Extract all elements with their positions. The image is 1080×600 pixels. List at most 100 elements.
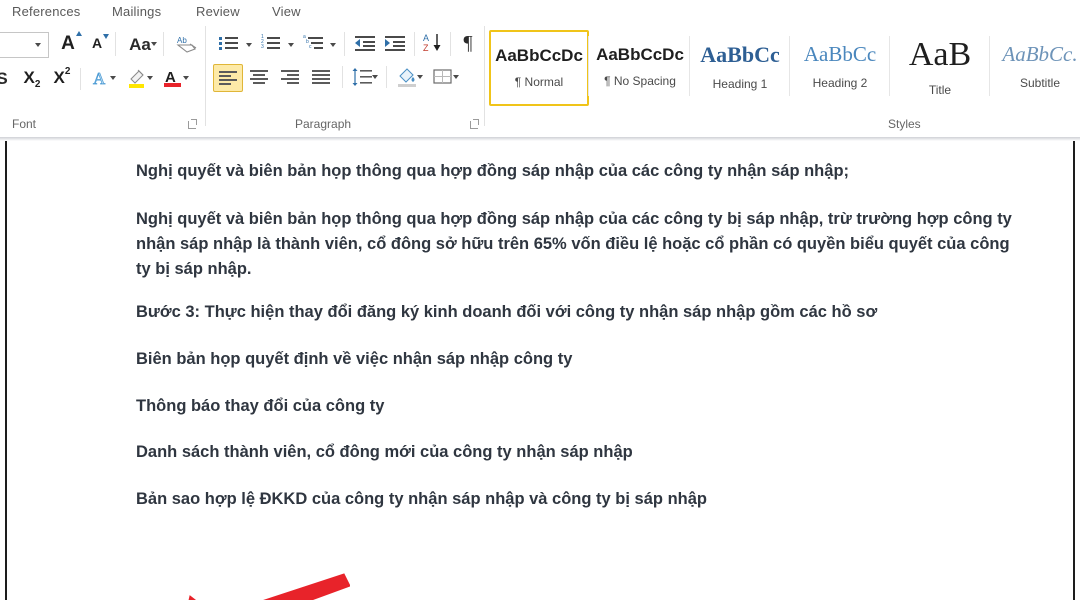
style-item-heading-1[interactable]: AaBbCc Heading 1: [691, 30, 789, 104]
divider: [342, 66, 343, 88]
style-label: Heading 2: [813, 76, 868, 90]
text-effects-icon: A: [91, 68, 111, 88]
show-formatting-marks-button[interactable]: ¶: [456, 30, 480, 56]
document-paragraph: Nghị quyết và biên bản họp thông qua hợp…: [136, 207, 1016, 282]
divider: [115, 32, 116, 56]
word-window: References Mailings Review View 11 A A: [0, 0, 1080, 600]
divider: [450, 32, 451, 56]
divider: [414, 32, 415, 56]
superscript-button[interactable]: X2: [48, 66, 76, 90]
text-effects-button[interactable]: A: [86, 66, 116, 90]
chevron-down-icon: [35, 43, 41, 47]
chevron-down-icon: [183, 76, 189, 80]
align-right-button[interactable]: [276, 64, 304, 90]
text-highlight-color-button[interactable]: [122, 66, 152, 90]
divider: [344, 32, 345, 56]
font-color-icon: A: [162, 67, 184, 89]
shrink-font-button[interactable]: A: [84, 32, 110, 56]
style-sample: AaBbCcDc: [495, 47, 583, 64]
divider: [789, 36, 790, 96]
chevron-down-icon: [151, 42, 157, 46]
ribbon: References Mailings Review View 11 A A: [0, 0, 1080, 137]
tab-view[interactable]: View: [268, 2, 305, 21]
align-left-icon: [219, 71, 237, 85]
sort-button[interactable]: A Z: [420, 30, 446, 56]
subscript-button[interactable]: X2: [18, 66, 46, 90]
ribbon-body: 11 A A Aa: [0, 24, 1080, 136]
numbering-button[interactable]: 1 2 3: [258, 32, 284, 54]
strikethrough-button[interactable]: S: [0, 66, 14, 90]
line-spacing-button[interactable]: [348, 64, 376, 90]
font-size-combo[interactable]: 11: [0, 32, 49, 58]
font-dialog-launcher[interactable]: [188, 119, 198, 129]
pointer-arrow: [170, 572, 350, 600]
svg-text:Z: Z: [423, 43, 429, 53]
svg-text:Ab: Ab: [177, 36, 187, 45]
borders-icon: [432, 67, 454, 87]
paragraph-dialog-launcher[interactable]: [470, 119, 480, 129]
clear-formatting-icon: Ab: [174, 32, 198, 56]
decrease-indent-button[interactable]: [352, 32, 378, 54]
styles-gallery: AaBbCcDc ¶ Normal AaBbCcDc ¶ No Spacing …: [487, 26, 1080, 126]
document-paragraph: Bước 3: Thực hiện thay đổi đăng ký kinh …: [136, 300, 1016, 325]
justify-icon: [312, 70, 330, 84]
style-item-heading-2[interactable]: AaBbCc Heading 2: [791, 30, 889, 104]
svg-text:A: A: [423, 33, 429, 43]
document-paragraph: Biên bản họp quyết định về việc nhận sáp…: [136, 347, 572, 372]
divider: [163, 32, 164, 56]
group-divider: [484, 26, 485, 126]
style-sample: AaBbCcDc: [596, 46, 684, 63]
multilevel-list-icon: a b c: [303, 36, 323, 51]
chevron-down-icon[interactable]: [288, 43, 294, 47]
document-canvas[interactable]: Nghị quyết và biên bản họp thông qua hợp…: [0, 137, 1080, 600]
style-label: ¶ No Spacing: [604, 74, 676, 88]
chevron-down-icon: [110, 76, 116, 80]
chevron-down-icon: [417, 75, 423, 79]
divider: [588, 36, 589, 96]
tab-mailings[interactable]: Mailings: [108, 2, 165, 21]
align-center-button[interactable]: [245, 64, 273, 90]
borders-button[interactable]: [428, 64, 458, 90]
style-item-no-spacing[interactable]: AaBbCcDc ¶ No Spacing: [591, 30, 689, 104]
svg-text:A: A: [93, 69, 106, 88]
style-item-normal[interactable]: AaBbCcDc ¶ Normal: [489, 30, 589, 106]
document-paragraph: Bản sao hợp lệ ĐKKD của công ty nhận sáp…: [136, 487, 707, 512]
chevron-down-icon[interactable]: [246, 43, 252, 47]
page-edge-left: [5, 141, 7, 600]
align-left-button[interactable]: [213, 64, 243, 92]
chevron-down-icon: [147, 76, 153, 80]
change-case-button[interactable]: Aa: [122, 32, 158, 56]
clear-formatting-button[interactable]: Ab: [172, 30, 200, 58]
style-sample: AaB: [909, 38, 971, 72]
bullets-button[interactable]: [216, 32, 242, 54]
tab-review[interactable]: Review: [192, 2, 244, 21]
highlighter-icon: [126, 67, 148, 89]
divider: [386, 66, 387, 88]
justify-button[interactable]: [307, 64, 335, 90]
multilevel-list-button[interactable]: a b c: [300, 32, 326, 54]
style-label: Heading 1: [713, 77, 768, 91]
chevron-down-icon: [453, 75, 459, 79]
tab-references[interactable]: References: [8, 2, 84, 21]
numbering-icon: 1 2 3: [261, 36, 281, 51]
chevron-down-icon: [372, 75, 378, 79]
chevron-down-icon[interactable]: [330, 43, 336, 47]
style-label: Subtitle: [1020, 76, 1060, 90]
shading-button[interactable]: [392, 64, 422, 90]
increase-indent-icon: [385, 36, 405, 51]
document-paragraph: Nghị quyết và biên bản họp thông qua hợp…: [136, 159, 1016, 184]
divider: [80, 68, 81, 90]
document-paragraph: Danh sách thành viên, cổ đông mới của cô…: [136, 440, 633, 465]
increase-indent-button[interactable]: [382, 32, 408, 54]
style-sample: AaBbCc.: [1002, 44, 1077, 65]
paint-bucket-icon: [396, 66, 418, 88]
font-color-button[interactable]: A: [158, 66, 188, 90]
ribbon-tab-bar: References Mailings Review View: [0, 0, 1080, 25]
page-edge-right: [1073, 141, 1075, 600]
style-item-subtitle[interactable]: AaBbCc. Subtitle: [991, 30, 1080, 104]
style-item-title[interactable]: AaB Title: [891, 30, 989, 104]
line-spacing-icon: [351, 67, 373, 87]
grow-font-button[interactable]: A: [55, 32, 81, 56]
sort-icon: A Z: [422, 31, 444, 55]
pointer-arrow-icon: [170, 572, 350, 600]
